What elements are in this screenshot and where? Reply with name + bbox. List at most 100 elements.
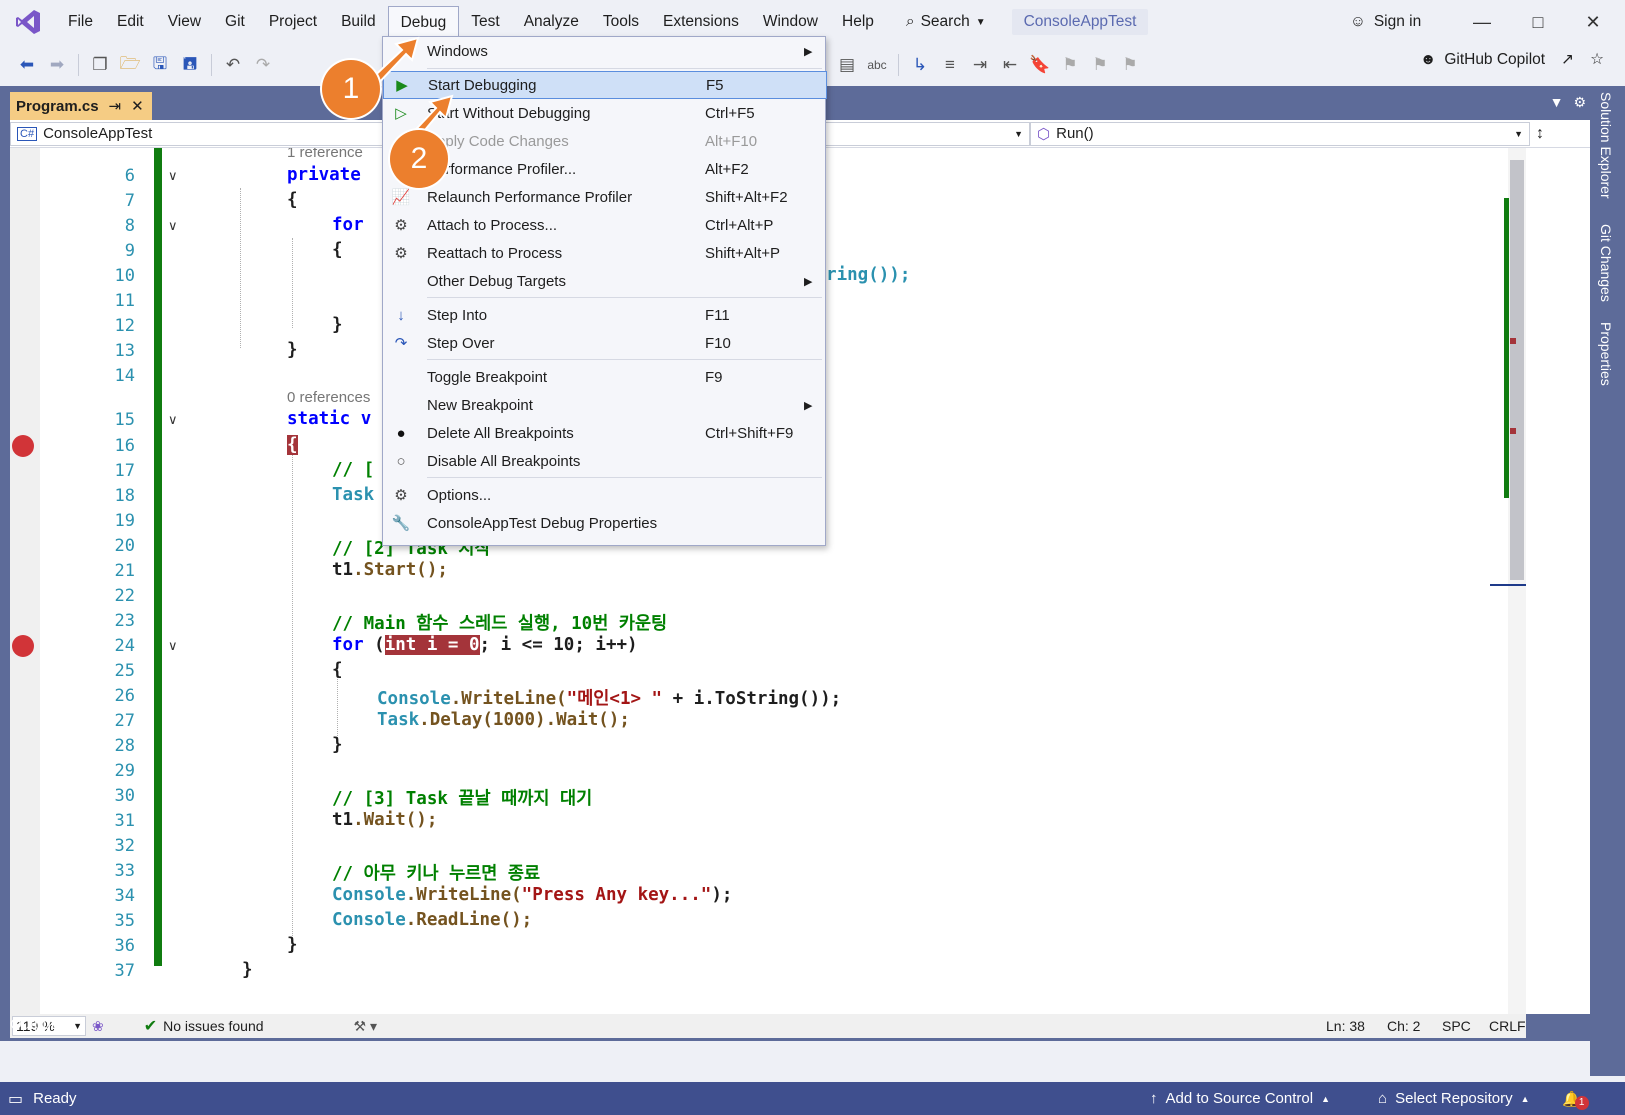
solution-name: ConsoleAppTest	[1011, 9, 1149, 35]
line-ending-indicator[interactable]: CRLF	[1489, 1018, 1526, 1034]
line-indicator[interactable]: Ln: 38	[1326, 1018, 1365, 1034]
save-icon[interactable]: 🖫	[147, 52, 173, 78]
tab-properties[interactable]: Properties	[1598, 322, 1614, 386]
menu-test[interactable]: Test	[459, 6, 511, 38]
collapse-icon[interactable]: ∨	[168, 412, 178, 428]
save-all-icon[interactable]: 🖪	[177, 52, 203, 78]
split-editor-icon[interactable]: ↕	[1530, 125, 1550, 143]
menu-view[interactable]: View	[156, 6, 213, 38]
menu-item-attach-to-process[interactable]: ⚙ Attach to Process... Ctrl+Alt+P	[383, 211, 827, 239]
intellicode-icon[interactable]: ❀	[92, 1018, 104, 1035]
menu-item-toggle-breakpoint[interactable]: Toggle Breakpoint F9	[383, 363, 827, 391]
prev-bookmark-icon[interactable]: ⚑	[1057, 52, 1083, 78]
tab-dropdown-icon[interactable]: ▼	[1550, 94, 1564, 111]
collapse-icon[interactable]: ∨	[168, 168, 178, 184]
minimize-button[interactable]: —	[1455, 6, 1509, 38]
maximize-button[interactable]: □	[1511, 6, 1565, 38]
column-indicator[interactable]: Ch: 2	[1387, 1018, 1420, 1034]
code-token: t1	[332, 560, 354, 580]
menu-item-label: Reattach to Process	[427, 244, 563, 262]
code-token: .Delay(1000).Wait();	[419, 710, 630, 730]
menu-item-relaunch-profiler[interactable]: 📈 Relaunch Performance Profiler Shift+Al…	[383, 183, 827, 211]
github-copilot-button[interactable]: ☻ GitHub Copilot ↗ ☆	[1420, 50, 1604, 69]
line-number: 13	[114, 341, 135, 361]
issues-status[interactable]: No issues found	[163, 1018, 263, 1034]
output-panel-tab[interactable]: Output	[10, 1016, 55, 1033]
share-icon[interactable]: ↗	[1561, 50, 1574, 69]
code-token: t1	[332, 810, 354, 830]
window-layout-icon[interactable]: ▤	[834, 52, 860, 78]
collapse-icon[interactable]: ∨	[168, 218, 178, 234]
bookmark-icon[interactable]: 🔖	[1027, 52, 1053, 78]
add-to-source-control-button[interactable]: ↑ Add to Source Control ▲	[1150, 1090, 1330, 1107]
menu-tools[interactable]: Tools	[591, 6, 651, 38]
menu-item-other-debug-targets[interactable]: Other Debug Targets ▶	[383, 267, 827, 295]
close-tab-icon[interactable]: ✕	[131, 97, 144, 115]
tab-solution-explorer[interactable]: Solution Explorer	[1598, 92, 1614, 199]
menu-item-delete-all-breakpoints[interactable]: ● Delete All Breakpoints Ctrl+Shift+F9	[383, 419, 827, 447]
clear-bookmarks-icon[interactable]: ⚑	[1117, 52, 1143, 78]
line-number: 36	[114, 936, 135, 956]
menu-item-step-into[interactable]: ↓ Step Into F11	[383, 301, 827, 329]
settings-gear-icon[interactable]: ⚙	[1573, 94, 1586, 111]
forward-icon[interactable]: ➡	[44, 52, 70, 78]
arrow-up-icon: ↑	[1150, 1090, 1158, 1107]
code-token: Task	[332, 485, 375, 505]
menu-window[interactable]: Window	[751, 6, 830, 38]
menu-analyze[interactable]: Analyze	[512, 6, 591, 38]
menu-item-performance-profiler[interactable]: Performance Profiler... Alt+F2	[383, 155, 827, 183]
comment-icon[interactable]: ≡	[937, 52, 963, 78]
scrollbar-thumb[interactable]	[1510, 160, 1524, 580]
open-folder-icon[interactable]: 🗁	[117, 52, 143, 78]
tab-program-cs[interactable]: Program.cs ⇥ ✕	[10, 92, 152, 120]
breakpoint-margin[interactable]	[10, 148, 40, 1014]
toolbar-separator	[78, 54, 79, 76]
breakpoint-icon[interactable]	[12, 635, 34, 657]
csharp-project-icon: C#	[17, 126, 38, 141]
visual-studio-logo-icon[interactable]	[0, 0, 56, 44]
whitespace-indicator[interactable]: SPC	[1442, 1018, 1471, 1034]
menu-extensions[interactable]: Extensions	[651, 6, 751, 38]
redo-icon[interactable]: ↷	[250, 52, 276, 78]
spellcheck-icon[interactable]: abc	[864, 52, 890, 78]
sign-in-button[interactable]: ☺ Sign in	[1350, 6, 1421, 38]
select-repository-button[interactable]: ⌂ Select Repository ▲	[1378, 1090, 1530, 1107]
menu-item-step-over[interactable]: ↷ Step Over F10	[383, 329, 827, 357]
tab-git-changes[interactable]: Git Changes	[1598, 224, 1614, 302]
breakpoint-highlight: {	[287, 435, 298, 455]
menu-git[interactable]: Git	[213, 6, 257, 38]
pin-icon[interactable]: ⇥	[109, 97, 122, 115]
menu-item-disable-all-breakpoints[interactable]: ○ Disable All Breakpoints	[383, 447, 827, 475]
menu-item-new-breakpoint[interactable]: New Breakpoint ▶	[383, 391, 827, 419]
feedback-icon[interactable]: ☆	[1590, 50, 1604, 69]
next-bookmark-icon[interactable]: ⚑	[1087, 52, 1113, 78]
line-number: 35	[114, 911, 135, 931]
menu-help[interactable]: Help	[830, 6, 886, 38]
menu-edit[interactable]: Edit	[105, 6, 156, 38]
undo-icon[interactable]: ↶	[220, 52, 246, 78]
collapse-icon[interactable]: ∨	[168, 638, 178, 654]
member-dropdown[interactable]: ⬡ Run() ▼	[1030, 121, 1530, 146]
breakpoint-icon[interactable]	[12, 435, 34, 457]
outdent-icon[interactable]: ⇤	[997, 52, 1023, 78]
menu-item-label: Attach to Process...	[427, 216, 558, 234]
menu-file[interactable]: File	[56, 6, 105, 38]
code-cleanup-icon[interactable]: ⚒ ▾	[354, 1018, 377, 1035]
menu-item-reattach-to-process[interactable]: ⚙ Reattach to Process Shift+Alt+P	[383, 239, 827, 267]
indent-icon[interactable]: ⇥	[967, 52, 993, 78]
menu-item-options[interactable]: ⚙ Options...	[383, 481, 827, 509]
step-icon[interactable]: ↳	[907, 52, 933, 78]
close-window-button[interactable]: ✕	[1566, 6, 1620, 38]
line-number: 9	[124, 241, 135, 261]
search-button[interactable]: ⌕ Search ▼	[894, 6, 998, 38]
notification-count: 1	[1574, 1095, 1589, 1110]
new-project-icon[interactable]: ❐	[87, 52, 113, 78]
menu-separator	[427, 359, 822, 360]
indent-guide	[240, 188, 241, 348]
back-icon[interactable]: ⬅	[14, 52, 40, 78]
menu-item-debug-properties[interactable]: 🔧 ConsoleAppTest Debug Properties	[383, 509, 827, 537]
code-token: .Start();	[353, 560, 448, 580]
code-lens-references[interactable]: 0 references	[287, 389, 370, 406]
notifications-button[interactable]: 🔔 1	[1562, 1088, 1589, 1110]
menu-project[interactable]: Project	[257, 6, 329, 38]
